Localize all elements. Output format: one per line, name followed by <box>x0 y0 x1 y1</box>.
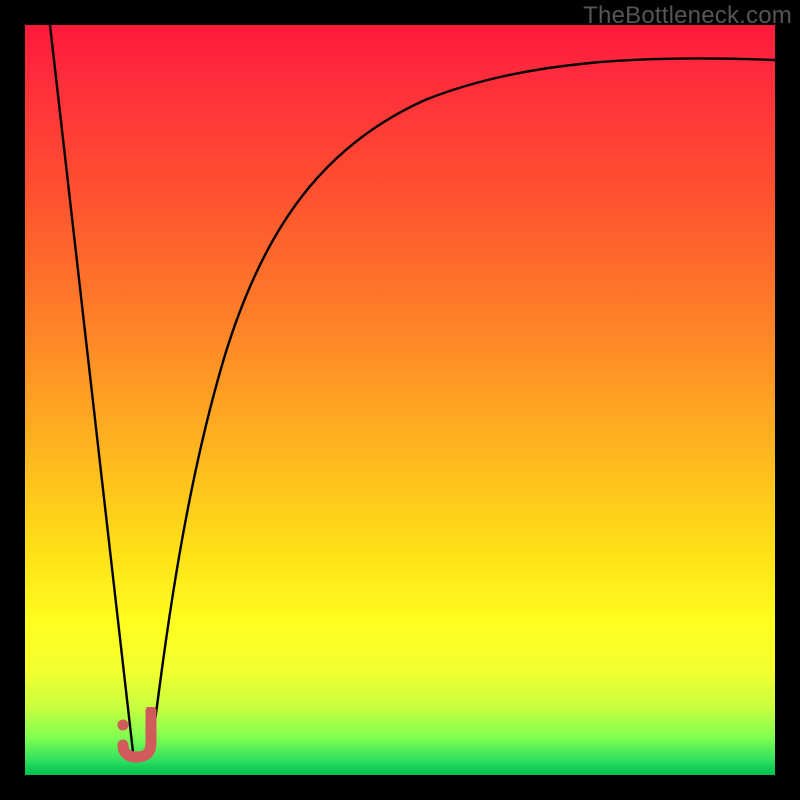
plot-area <box>25 25 775 775</box>
right-branch-curve <box>151 58 775 752</box>
logo-dot-icon <box>118 720 129 731</box>
curve-layer <box>25 25 775 775</box>
logo-mark <box>111 707 171 767</box>
left-branch-line <box>50 25 133 752</box>
logo-j-icon <box>123 711 151 757</box>
chart-frame: TheBottleneck.com <box>0 0 800 800</box>
